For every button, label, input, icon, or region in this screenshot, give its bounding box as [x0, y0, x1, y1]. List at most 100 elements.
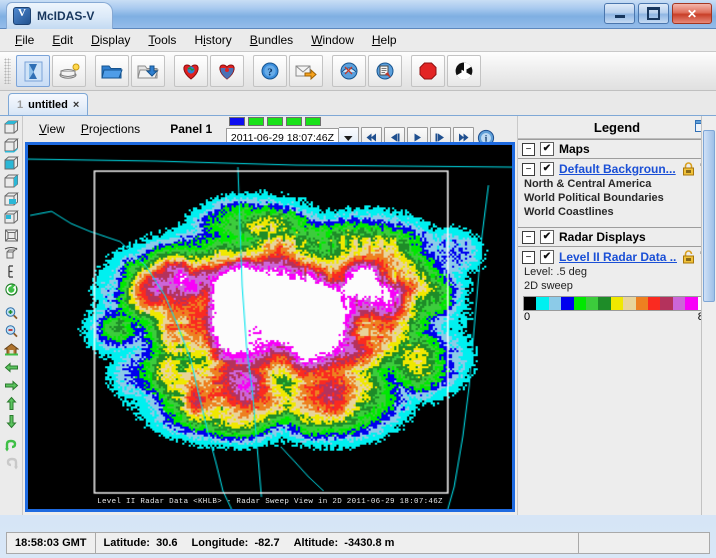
zoom-out-icon[interactable] [2, 323, 20, 340]
status-clock: 18:58:03 GMT [7, 533, 96, 553]
support-request-icon-button[interactable] [289, 55, 323, 87]
lock-icon[interactable] [682, 250, 695, 264]
animation-step-indicators [228, 117, 495, 126]
undo-view-icon[interactable] [2, 437, 20, 454]
tab-label: untitled [28, 98, 68, 111]
menu-bundles[interactable]: Bundles [241, 31, 302, 49]
zoom-in-icon[interactable] [2, 305, 20, 322]
legend-header: Legend [518, 116, 716, 139]
minimize-button[interactable] [604, 3, 635, 24]
menu-display[interactable]: Display [82, 31, 139, 49]
legend-group-label: Radar Displays [559, 230, 646, 244]
help-question-icon-button[interactable]: ? [253, 55, 287, 87]
capture-movie-icon-button[interactable] [368, 55, 402, 87]
animation-step[interactable] [285, 117, 302, 126]
lock-icon[interactable] [682, 162, 695, 176]
legend-group-radar-displays[interactable]: − ✔ Radar Displays [518, 227, 716, 247]
animation-step[interactable] [228, 117, 245, 126]
projections-menu[interactable]: Projections [73, 120, 148, 138]
reflectivity-color-bar[interactable] [523, 296, 711, 311]
stop-loads-icon-button[interactable] [411, 55, 445, 87]
favorite-heart-add-icon-button[interactable] [210, 55, 244, 87]
legend-detail: World Political Boundaries [524, 192, 664, 204]
tab-number: 1 [17, 98, 24, 111]
view-top-icon[interactable] [2, 191, 20, 208]
radar-reflectivity-canvas[interactable] [28, 145, 512, 509]
reset-rotation-icon[interactable] [2, 281, 20, 298]
pan-up-icon[interactable] [2, 395, 20, 412]
color-bar-segment [660, 297, 673, 310]
window-title-tab: McIDAS-V [6, 2, 114, 29]
visibility-checkbox[interactable]: ✔ [540, 230, 554, 244]
menu-window[interactable]: Window [302, 31, 363, 49]
view-menu[interactable]: View [31, 120, 73, 138]
legend-item-label[interactable]: Default Backgroun... [559, 162, 677, 176]
rotate-view-icon[interactable] [2, 245, 20, 262]
pan-left-icon[interactable] [2, 359, 20, 376]
menu-history[interactable]: History [185, 31, 240, 49]
flythrough-icon[interactable] [2, 263, 20, 280]
view-perspective-icon[interactable] [2, 227, 20, 244]
visibility-checkbox[interactable]: ✔ [540, 250, 554, 264]
view-bottom-icon[interactable] [2, 209, 20, 226]
color-bar-segment [685, 297, 698, 310]
legend-group-label: Maps [559, 142, 590, 156]
pan-down-icon[interactable] [2, 413, 20, 430]
view-west-icon[interactable] [2, 173, 20, 190]
color-bar-segment [536, 297, 549, 310]
legend-group-maps[interactable]: − ✔ Maps [518, 139, 716, 159]
new-display-icon-button[interactable] [52, 55, 86, 87]
maximize-button[interactable] [638, 3, 669, 24]
view-north-icon[interactable] [2, 119, 20, 136]
close-button[interactable]: ✕ [672, 3, 712, 24]
legend-detail: Level: .5 deg [524, 266, 587, 278]
visibility-checkbox[interactable]: ✔ [540, 142, 554, 156]
remove-all-icon-button[interactable] [447, 55, 481, 87]
view-navigation-toolbar [0, 116, 23, 515]
view-south-icon[interactable] [2, 137, 20, 154]
view-tab-strip: 1 untitled × [0, 91, 716, 116]
save-bundle-icon-button[interactable] [131, 55, 165, 87]
open-folder-icon-button[interactable] [95, 55, 129, 87]
mcidasv-application-window: McIDAS-V ✕ File Edit Display Tools Histo… [0, 0, 716, 558]
menu-edit[interactable]: Edit [43, 31, 82, 49]
radar-display-view[interactable]: Level II Radar Data <KHLB> - Radar Sweep… [25, 142, 515, 512]
legend-panel: Legend − ✔ Maps − ✔ Default Backgroun... [517, 116, 716, 515]
legend-detail: 2D sweep [524, 280, 573, 292]
home-view-icon[interactable] [2, 341, 20, 358]
status-bar-container: 18:58:03 GMT Latitude: 30.6 Longitude: -… [0, 528, 716, 558]
tab-untitled[interactable]: 1 untitled × [8, 93, 89, 115]
expander-icon[interactable]: − [522, 142, 535, 156]
expander-icon[interactable]: − [522, 230, 535, 244]
legend-item-default-background[interactable]: − ✔ Default Backgroun... [518, 159, 716, 177]
toolbar-grip[interactable] [4, 58, 11, 84]
svg-text:?: ? [267, 67, 273, 79]
expander-icon[interactable]: − [522, 250, 535, 264]
view-east-icon[interactable] [2, 155, 20, 172]
tab-close-icon[interactable]: × [73, 99, 79, 111]
favorite-heart-icon-button[interactable] [174, 55, 208, 87]
visibility-checkbox[interactable]: ✔ [540, 162, 554, 176]
mcidasv-home-icon-button[interactable] [16, 55, 50, 87]
redo-view-icon[interactable] [2, 455, 20, 472]
animation-step[interactable] [247, 117, 264, 126]
menu-tools[interactable]: Tools [139, 31, 185, 49]
color-bar-labels: 0 80 [518, 311, 716, 323]
capture-image-icon-button[interactable] [332, 55, 366, 87]
view-panel-toolbar: View Projections Panel 1 2011-06-29 18:0… [23, 116, 517, 148]
color-bar-segment [672, 297, 686, 310]
legend-item-level-ii-radar-data[interactable]: − ✔ Level II Radar Data ... [518, 247, 716, 265]
color-bar-segment [623, 297, 636, 310]
animation-step[interactable] [304, 117, 321, 126]
menu-help[interactable]: Help [363, 31, 406, 49]
pan-right-icon[interactable] [2, 377, 20, 394]
legend-scrollbar-thumb[interactable] [703, 130, 715, 302]
expander-icon[interactable]: − [522, 162, 535, 176]
window-controls: ✕ [604, 3, 712, 24]
legend-scrollbar[interactable] [701, 116, 716, 515]
legend-item-label[interactable]: Level II Radar Data ... [559, 250, 677, 264]
menu-file[interactable]: File [6, 31, 43, 49]
animation-step[interactable] [266, 117, 283, 126]
display-caption: Level II Radar Data <KHLB> - Radar Sweep… [97, 498, 443, 506]
color-bar-segment [561, 297, 574, 310]
